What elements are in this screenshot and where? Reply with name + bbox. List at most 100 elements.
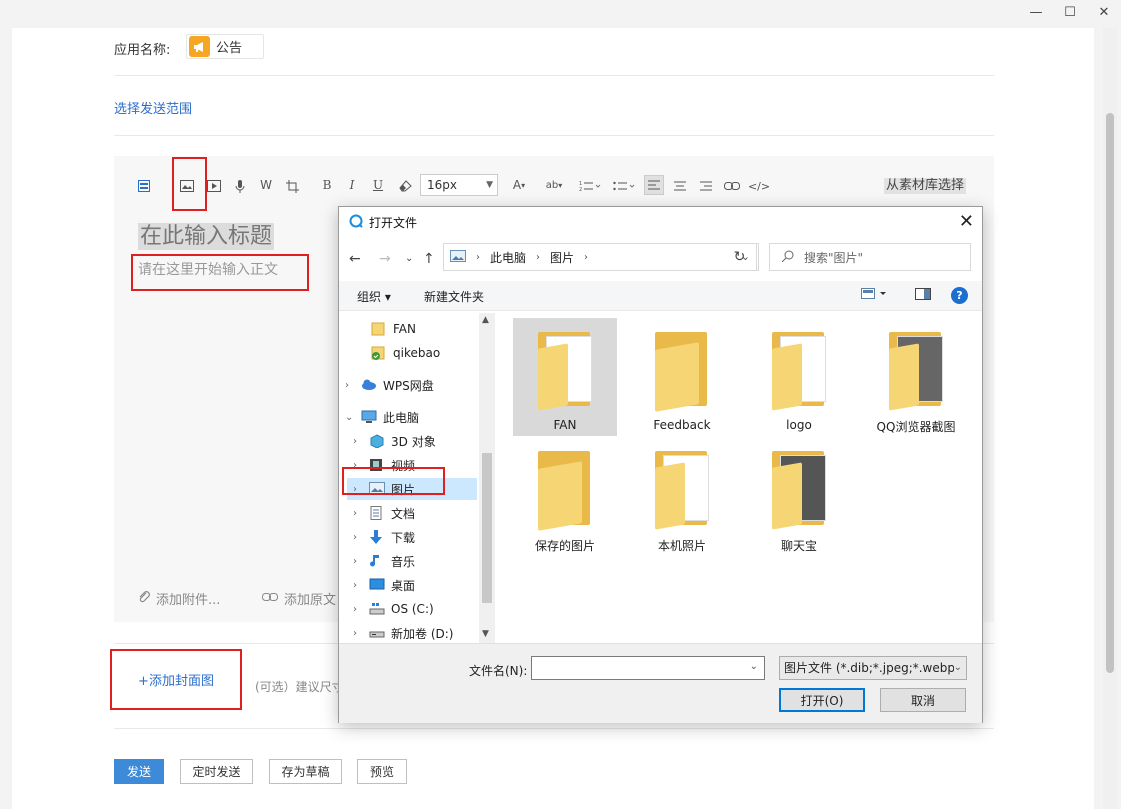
word-import-button[interactable]: W: [259, 177, 273, 193]
system-drive-icon: [369, 602, 385, 616]
font-size-select[interactable]: 16px ▼: [420, 174, 498, 196]
folder-item[interactable]: 保存的图片: [513, 437, 617, 555]
preview-button[interactable]: 预览: [357, 759, 407, 784]
chevron-right-icon[interactable]: ›: [345, 380, 355, 391]
desktop-icon: [369, 578, 385, 592]
tree-item-documents[interactable]: › 文档: [353, 502, 415, 524]
tree-item-label: qikebao: [393, 346, 441, 360]
cube-icon: [369, 434, 385, 449]
filetype-select[interactable]: 图片文件 (*.dib;*.jpeg;*.webp; ⌄: [779, 656, 967, 680]
chevron-right-icon[interactable]: ›: [353, 604, 363, 615]
code-icon[interactable]: </>: [748, 178, 770, 194]
refresh-button[interactable]: ↻: [723, 243, 757, 271]
dialog-close-button[interactable]: ✕: [959, 211, 974, 232]
bold-button[interactable]: B: [321, 177, 333, 193]
align-left-icon[interactable]: [644, 175, 664, 195]
tree-item-drive-d[interactable]: › 新加卷 (D:): [353, 622, 453, 643]
tree-scrollbar-thumb[interactable]: [482, 453, 492, 603]
video-icon[interactable]: [207, 178, 221, 194]
tree-item-drive-c[interactable]: › OS (C:): [353, 598, 434, 620]
search-box[interactable]: 搜索"图片": [769, 243, 971, 271]
underline-button[interactable]: U: [372, 177, 384, 193]
chevron-right-icon[interactable]: ›: [353, 532, 363, 543]
tree-item-fan[interactable]: FAN: [371, 318, 416, 340]
send-button[interactable]: 发送: [114, 759, 164, 784]
folder-item[interactable]: QQ浏览器截图: [864, 318, 968, 436]
crop-icon[interactable]: [285, 178, 299, 194]
eraser-icon[interactable]: [398, 178, 412, 194]
breadcrumb-pictures[interactable]: 图片: [550, 249, 574, 266]
cover-hint: (可选）建议尺寸: [255, 680, 344, 694]
save-draft-button[interactable]: 存为草稿: [269, 759, 342, 784]
link-icon[interactable]: [724, 178, 740, 194]
tree-item-label: 下载: [391, 530, 416, 545]
open-button[interactable]: 打开(O): [779, 688, 865, 712]
schedule-send-button[interactable]: 定时发送: [180, 759, 253, 784]
microphone-icon[interactable]: [234, 178, 246, 194]
help-icon[interactable]: ?: [951, 287, 968, 304]
preview-pane-icon[interactable]: [915, 288, 931, 303]
align-center-icon[interactable]: [673, 178, 687, 194]
folder-icon: [371, 322, 387, 336]
open-file-dialog: 打开文件 ✕ ← → ⌄ ↑ › 此电脑 › 图片 › ⌄ ↻ 搜索"图片" 组…: [338, 206, 983, 723]
minimize-button[interactable]: —: [1019, 0, 1053, 24]
tree-item-desktop[interactable]: › 桌面: [353, 574, 415, 596]
scroll-down-icon[interactable]: ▼: [482, 629, 489, 639]
tree-scrollbar[interactable]: ▲ ▼: [479, 313, 495, 643]
tree-item-this-pc[interactable]: ⌄ 此电脑: [345, 406, 419, 428]
chevron-right-icon[interactable]: ›: [353, 508, 363, 519]
cancel-button[interactable]: 取消: [880, 688, 966, 712]
folder-item[interactable]: FAN: [513, 318, 617, 436]
breadcrumb-separator: ›: [584, 251, 589, 263]
chevron-right-icon[interactable]: ›: [353, 580, 363, 591]
maximize-button[interactable]: ☐: [1053, 0, 1087, 24]
folder-item[interactable]: Feedback: [630, 318, 734, 436]
chevron-right-icon[interactable]: ›: [353, 436, 363, 447]
add-attachment-button[interactable]: 添加附件...: [138, 589, 220, 608]
dialog-titlebar: 打开文件: [339, 207, 982, 237]
italic-button[interactable]: I: [346, 177, 358, 193]
view-options-icon[interactable]: [861, 288, 889, 303]
organize-menu[interactable]: 组织 ▾: [357, 288, 391, 305]
tree-item-wps[interactable]: › WPS网盘: [345, 374, 434, 396]
folder-item[interactable]: 本机照片: [630, 437, 734, 555]
back-arrow-icon[interactable]: ←: [349, 251, 361, 267]
tree-item-qikebao[interactable]: qikebao: [371, 342, 440, 364]
unordered-list-icon[interactable]: [612, 178, 636, 194]
template-icon[interactable]: [138, 178, 150, 194]
highlight-button[interactable]: ab ▾: [542, 177, 566, 193]
address-bar[interactable]: › 此电脑 › 图片 › ⌄: [443, 243, 759, 271]
scroll-up-icon[interactable]: ▲: [482, 315, 489, 325]
chevron-down-icon[interactable]: ⌄: [750, 661, 758, 672]
filename-input[interactable]: ⌄: [531, 656, 765, 680]
font-size-value: 16px: [427, 178, 457, 192]
align-right-icon[interactable]: [699, 178, 713, 194]
ordered-list-icon[interactable]: 12: [578, 178, 602, 194]
select-scope-link[interactable]: 选择发送范围: [114, 98, 192, 117]
tree-item-music[interactable]: › 音乐: [353, 550, 415, 572]
scrollbar-thumb[interactable]: [1106, 113, 1114, 673]
folder-item[interactable]: 聊天宝: [747, 437, 851, 555]
tree-item-3d-objects[interactable]: › 3D 对象: [353, 430, 436, 452]
folder-name: 本机照片: [657, 539, 706, 553]
new-folder-button[interactable]: 新建文件夹: [424, 288, 484, 305]
add-source-link-button[interactable]: 添加原文: [262, 589, 336, 608]
qq-browser-icon: [349, 214, 363, 231]
folder-name: 聊天宝: [780, 539, 817, 553]
forward-arrow-icon[interactable]: →: [379, 251, 391, 267]
breadcrumb-this-pc[interactable]: 此电脑: [490, 249, 526, 266]
title-placeholder[interactable]: 在此输入标题: [138, 223, 275, 250]
up-arrow-icon[interactable]: ↑: [423, 251, 435, 267]
highlight-box-cover: [110, 649, 242, 710]
megaphone-icon: [189, 36, 210, 57]
font-color-button[interactable]: A ▾: [509, 177, 529, 193]
folder-item[interactable]: logo: [747, 318, 851, 436]
page-scrollbar[interactable]: [1103, 28, 1117, 809]
recent-chevron-icon[interactable]: ⌄: [405, 253, 413, 264]
chevron-down-icon[interactable]: ⌄: [345, 412, 355, 423]
tree-item-downloads[interactable]: › 下载: [353, 526, 415, 548]
chevron-right-icon[interactable]: ›: [353, 556, 363, 567]
material-library-button[interactable]: 从素材库选择: [884, 178, 967, 194]
close-button[interactable]: ✕: [1087, 0, 1121, 24]
chevron-right-icon[interactable]: ›: [353, 628, 363, 639]
